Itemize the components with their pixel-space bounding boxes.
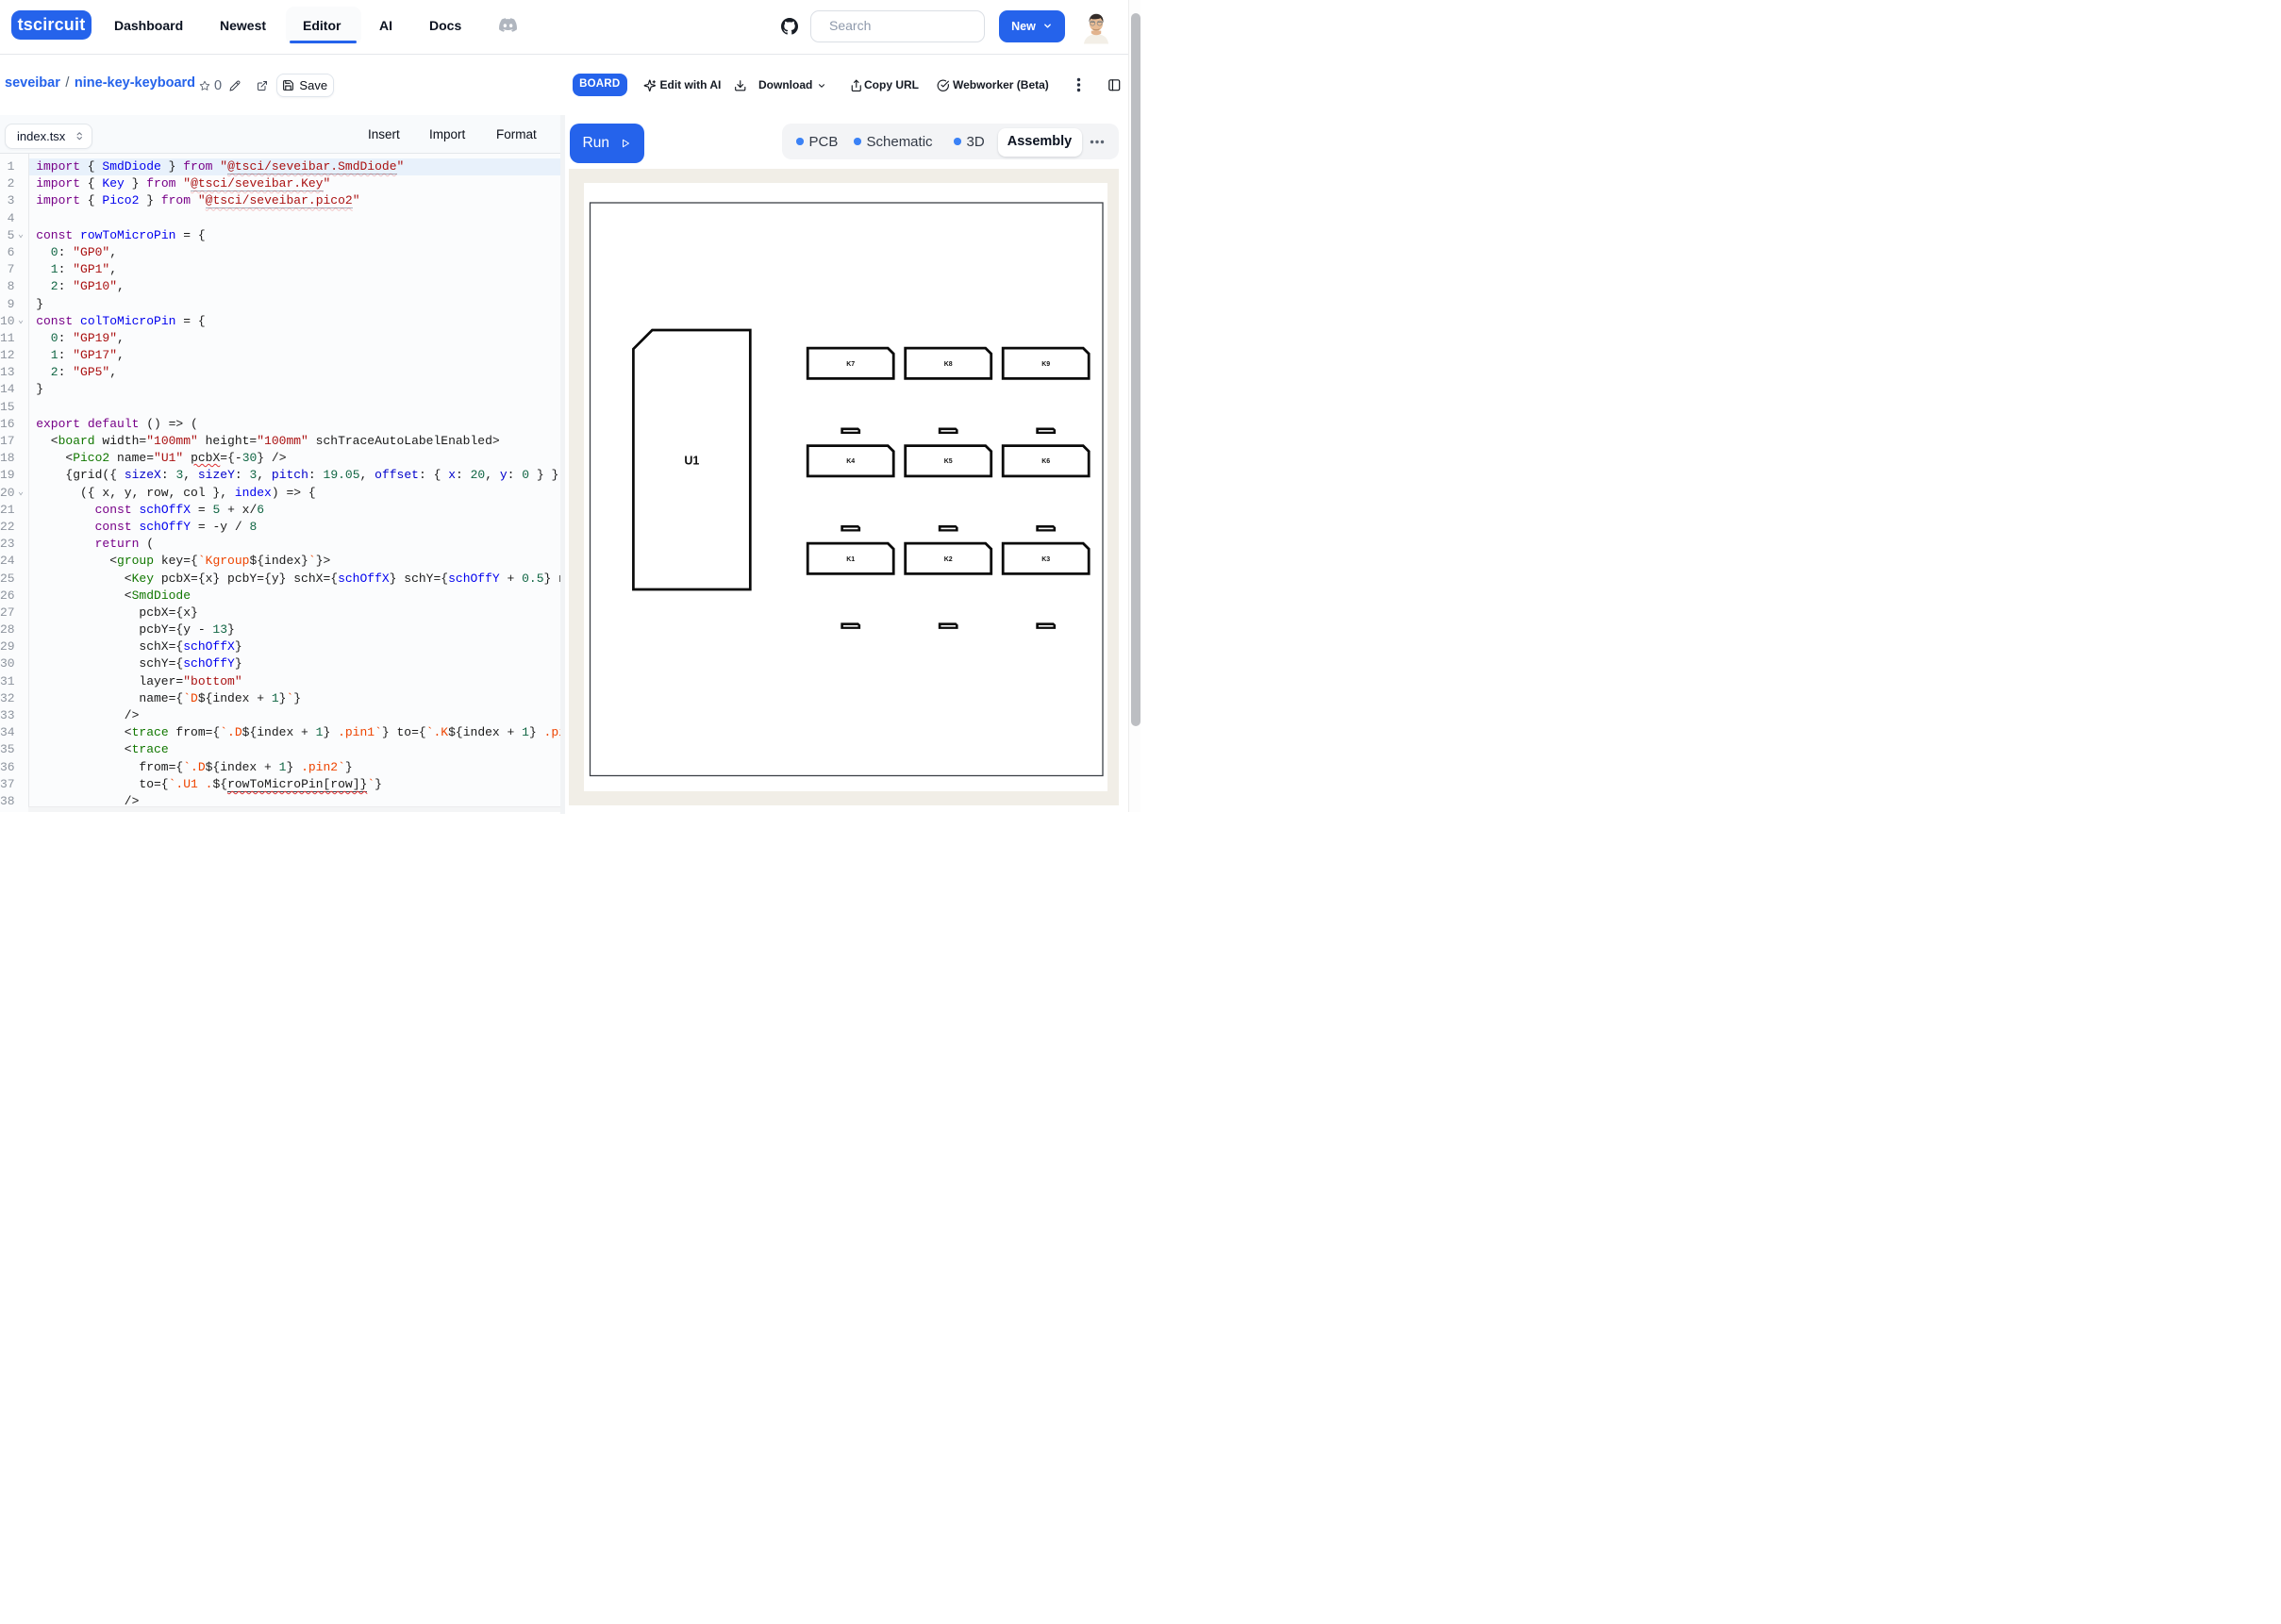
svg-text:K3: K3 xyxy=(1041,556,1050,563)
svg-text:K1: K1 xyxy=(846,556,855,563)
svg-text:K2: K2 xyxy=(944,556,953,563)
svg-text:K9: K9 xyxy=(1041,361,1050,368)
svg-text:K5: K5 xyxy=(944,458,953,465)
svg-text:K7: K7 xyxy=(846,361,855,368)
svg-text:K4: K4 xyxy=(846,458,855,465)
svg-text:K8: K8 xyxy=(944,361,953,368)
svg-text:K6: K6 xyxy=(1041,458,1050,465)
svg-text:U1: U1 xyxy=(684,455,699,468)
